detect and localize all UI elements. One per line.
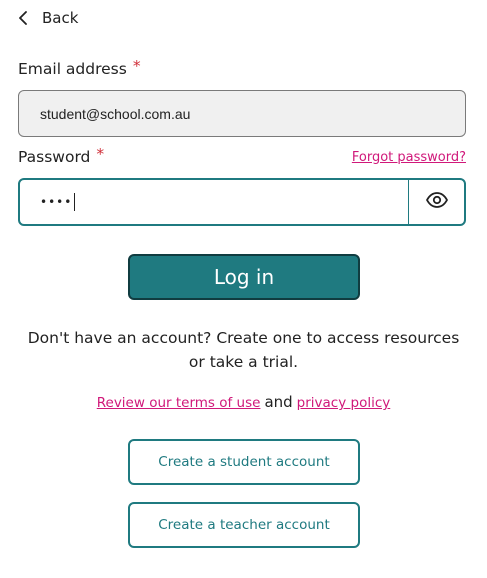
login-button[interactable]: Log in: [128, 254, 360, 300]
legal-links: Review our terms of use and privacy policy: [0, 393, 487, 411]
required-mark: *: [96, 145, 105, 163]
password-label: Password *: [18, 145, 105, 166]
email-field[interactable]: student@school.com.au: [18, 90, 466, 137]
create-student-account-button[interactable]: Create a student account: [128, 439, 360, 485]
privacy-policy-link[interactable]: privacy policy: [297, 395, 391, 411]
terms-of-use-link[interactable]: Review our terms of use: [97, 395, 261, 411]
chevron-left-icon: [18, 11, 28, 25]
password-field[interactable]: ••••: [20, 180, 408, 224]
forgot-password-link[interactable]: Forgot password?: [352, 150, 466, 165]
password-masked-value: ••••: [40, 195, 73, 209]
create-teacher-account-button[interactable]: Create a teacher account: [128, 502, 360, 548]
required-mark: *: [132, 57, 141, 75]
email-label: Email address *: [18, 57, 141, 78]
email-label-text: Email address: [18, 60, 127, 78]
password-label-text: Password: [18, 148, 91, 166]
show-password-toggle[interactable]: [408, 180, 464, 224]
back-label: Back: [42, 9, 79, 27]
and-text: and: [264, 393, 293, 411]
eye-icon: [425, 192, 448, 212]
back-button[interactable]: Back: [18, 6, 78, 30]
password-input-group: ••••: [18, 178, 466, 226]
email-value: student@school.com.au: [40, 105, 191, 122]
text-caret: [74, 193, 76, 211]
signup-prompt: Don't have an account? Create one to acc…: [27, 329, 460, 371]
